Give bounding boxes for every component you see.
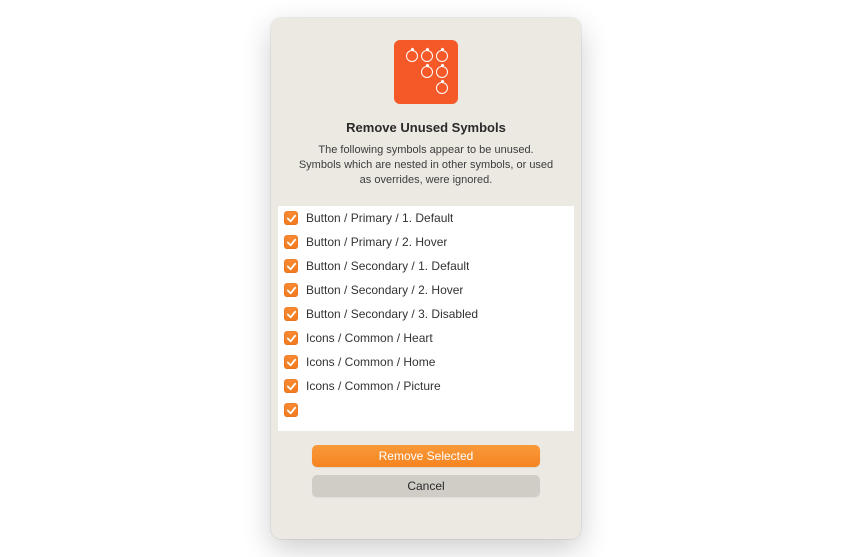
dialog-buttons: Remove Selected Cancel bbox=[271, 445, 581, 497]
list-item[interactable]: Button / Primary / 1. Default bbox=[278, 206, 574, 230]
list-item-label: Button / Secondary / 3. Disabled bbox=[306, 307, 478, 321]
list-item-label: Button / Secondary / 2. Hover bbox=[306, 283, 463, 297]
remove-unused-symbols-dialog: Remove Unused Symbols The following symb… bbox=[271, 18, 581, 539]
checkbox-icon[interactable] bbox=[284, 379, 298, 393]
checkbox-icon[interactable] bbox=[284, 307, 298, 321]
cancel-button[interactable]: Cancel bbox=[312, 475, 540, 497]
checkbox-icon[interactable] bbox=[284, 331, 298, 345]
symbols-list[interactable]: Button / Primary / 1. Default Button / P… bbox=[278, 206, 574, 431]
list-item[interactable]: Button / Secondary / 3. Disabled bbox=[278, 302, 574, 326]
dialog-title: Remove Unused Symbols bbox=[346, 120, 506, 135]
list-item-label: Icons / Common / Picture bbox=[306, 379, 441, 393]
checkbox-icon[interactable] bbox=[284, 211, 298, 225]
list-item[interactable]: Icons / Common / Heart bbox=[278, 326, 574, 350]
checkbox-icon[interactable] bbox=[284, 259, 298, 273]
plugin-icon bbox=[394, 40, 458, 104]
checkbox-icon[interactable] bbox=[284, 355, 298, 369]
list-item[interactable]: Icons / Common / Picture bbox=[278, 374, 574, 398]
list-item[interactable]: Icons / Common / Home bbox=[278, 350, 574, 374]
checkbox-icon[interactable] bbox=[284, 403, 298, 417]
list-item[interactable]: Button / Secondary / 2. Hover bbox=[278, 278, 574, 302]
remove-selected-button[interactable]: Remove Selected bbox=[312, 445, 540, 467]
list-item[interactable]: Button / Primary / 2. Hover bbox=[278, 230, 574, 254]
dialog-description: The following symbols appear to be unuse… bbox=[271, 143, 581, 188]
checkbox-icon[interactable] bbox=[284, 235, 298, 249]
list-item[interactable] bbox=[278, 398, 574, 422]
checkbox-icon[interactable] bbox=[284, 283, 298, 297]
list-item-label: Button / Secondary / 1. Default bbox=[306, 259, 469, 273]
list-item-label: Button / Primary / 1. Default bbox=[306, 211, 453, 225]
list-item-label: Icons / Common / Heart bbox=[306, 331, 433, 345]
list-item-label: Icons / Common / Home bbox=[306, 355, 435, 369]
list-item-label: Button / Primary / 2. Hover bbox=[306, 235, 447, 249]
list-item[interactable]: Button / Secondary / 1. Default bbox=[278, 254, 574, 278]
